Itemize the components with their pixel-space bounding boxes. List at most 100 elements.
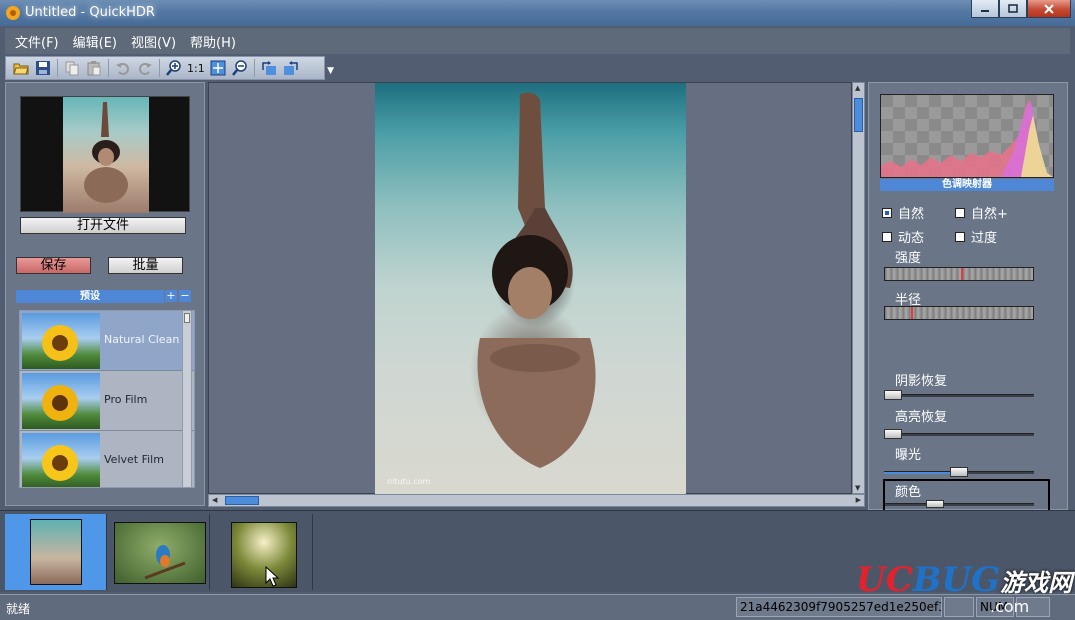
batch-button[interactable]: 批量 xyxy=(108,257,183,274)
shadow-recovery-label: 阴影恢复 xyxy=(895,374,948,389)
left-panel: 打开文件 保存 批量 预设 + − Natural Clean Pro Film xyxy=(5,82,205,506)
option-dynamic[interactable]: 动态 xyxy=(882,227,924,246)
main-photo: nitutu.com xyxy=(375,83,686,495)
option-natural[interactable]: 自然 xyxy=(882,203,924,222)
shadow-recovery-track[interactable] xyxy=(884,394,1034,397)
save-file-button[interactable] xyxy=(32,58,54,78)
copy-icon xyxy=(65,61,79,76)
preset-label: Natural Clean xyxy=(104,333,180,346)
canvas-horizontal-scrollbar[interactable]: ◀ ▶ xyxy=(208,494,865,507)
add-preset-button[interactable]: + xyxy=(165,290,177,302)
maximize-icon xyxy=(1008,3,1018,13)
preset-scrollbar[interactable] xyxy=(182,310,192,488)
zoom-out-icon xyxy=(231,60,247,76)
minimize-button[interactable] xyxy=(971,0,999,18)
maximize-button[interactable] xyxy=(999,0,1027,18)
redo-icon xyxy=(139,63,152,75)
zoom-in-button[interactable] xyxy=(163,58,185,78)
toolbar-separator xyxy=(57,59,58,77)
filmstrip-item-leaves[interactable] xyxy=(211,514,313,590)
filmstrip-item-kingfisher[interactable] xyxy=(108,514,210,590)
highlight-recovery-knob[interactable] xyxy=(884,429,902,439)
horizontal-scroll-thumb[interactable] xyxy=(225,496,259,505)
strength-marker[interactable] xyxy=(961,268,963,280)
preset-thumbnail xyxy=(22,373,100,429)
preset-thumbnail xyxy=(22,433,100,487)
kingfisher-icon xyxy=(144,545,186,580)
preset-thumbnail xyxy=(22,313,100,369)
tone-mapper-header: 色调映射器 xyxy=(880,179,1054,191)
rotate-left-button[interactable] xyxy=(258,58,280,78)
scrollbar-thumb[interactable] xyxy=(184,313,190,323)
filmstrip-thumbnail xyxy=(114,522,206,584)
radius-slider[interactable] xyxy=(884,306,1034,320)
open-folder-icon xyxy=(13,63,29,75)
right-panel: 色调映射器 自然 自然+ 动态 过度 强度 半径 阴影恢复 高亮恢复 曝光 颜色 xyxy=(868,82,1068,510)
rotate-right-button[interactable] xyxy=(280,58,302,78)
title-bar: Untitled - QuickHDR xyxy=(0,0,1075,26)
canvas-vertical-scrollbar[interactable]: ▲ ▼ xyxy=(852,82,865,494)
brand-cn: 游戏网 xyxy=(1000,568,1073,597)
zoom-out-button[interactable] xyxy=(229,58,251,78)
close-button[interactable] xyxy=(1027,0,1071,18)
scroll-up-icon[interactable]: ▲ xyxy=(855,84,860,92)
vertical-scroll-thumb[interactable] xyxy=(854,98,863,132)
checkbox-icon xyxy=(882,231,892,242)
highlight-recovery-label: 高亮恢复 xyxy=(895,410,948,425)
scroll-down-icon[interactable]: ▼ xyxy=(855,484,860,492)
open-file-button[interactable]: 打开文件 xyxy=(20,217,186,234)
strength-label: 强度 xyxy=(895,251,922,266)
preset-velvet-film[interactable]: Velvet Film xyxy=(20,431,194,487)
photo-figure xyxy=(477,92,596,468)
toolbar-overflow-icon[interactable]: ▼ xyxy=(327,66,334,76)
quickhdr-window: Untitled - QuickHDR 文件(F) 编辑(E) 视图(V) 帮助… xyxy=(0,0,1075,620)
histogram-graph xyxy=(881,99,1053,177)
exposure-knob[interactable] xyxy=(950,467,968,477)
option-natural-plus-label: 自然+ xyxy=(971,207,1008,222)
paste-button[interactable] xyxy=(83,58,105,78)
filmstrip-thumbnail xyxy=(30,519,82,585)
preset-pro-film[interactable]: Pro Film xyxy=(20,371,194,431)
undo-button[interactable] xyxy=(112,58,134,78)
strength-slider[interactable] xyxy=(884,267,1034,281)
actual-size-button[interactable]: 1:1 xyxy=(185,62,207,75)
highlight-recovery-track[interactable] xyxy=(884,433,1034,436)
option-dynamic-label: 动态 xyxy=(898,231,925,246)
zoom-in-icon xyxy=(166,60,181,76)
menu-edit[interactable]: 编辑(E) xyxy=(73,32,117,51)
toolbar-separator xyxy=(253,59,255,77)
save-button[interactable]: 保存 xyxy=(16,257,91,274)
photo-watermark: nitutu.com xyxy=(387,477,431,486)
rotate-left-icon xyxy=(261,61,276,75)
menu-file[interactable]: 文件(F) xyxy=(15,32,59,51)
toolbar-separator xyxy=(159,59,160,77)
window-title: Untitled - QuickHDR xyxy=(25,5,155,20)
menu-view[interactable]: 视图(V) xyxy=(131,32,176,51)
preset-label: Pro Film xyxy=(104,393,148,406)
radio-selected-icon xyxy=(882,207,892,218)
toolbar: 1:1 ▼ xyxy=(5,56,334,80)
filmstrip-item-portrait[interactable] xyxy=(5,514,107,590)
option-natural-label: 自然 xyxy=(898,207,925,222)
option-excessive[interactable]: 过度 xyxy=(955,227,997,246)
fit-window-button[interactable] xyxy=(207,58,229,78)
radius-marker[interactable] xyxy=(911,307,913,319)
preset-natural-clean[interactable]: Natural Clean xyxy=(20,311,194,371)
scroll-right-icon[interactable]: ▶ xyxy=(856,496,861,504)
rotate-right-icon xyxy=(283,61,298,75)
presets-header: 预设 xyxy=(16,290,164,303)
checkbox-icon xyxy=(955,231,965,242)
status-bar: 就绪 21a4462309f7905257ed1e250ef3d NUM xyxy=(0,594,1075,620)
shadow-recovery-knob[interactable] xyxy=(884,390,902,400)
redo-button[interactable] xyxy=(134,58,156,78)
option-natural-plus[interactable]: 自然+ xyxy=(955,203,1008,222)
remove-preset-button[interactable]: − xyxy=(179,290,191,302)
open-button[interactable] xyxy=(10,58,32,78)
sunflower-icon xyxy=(42,445,78,481)
status-hash-field: 21a4462309f7905257ed1e250ef3d xyxy=(736,597,942,617)
copy-button[interactable] xyxy=(61,58,83,78)
scroll-left-icon[interactable]: ◀ xyxy=(212,496,217,504)
app-logo-icon xyxy=(6,6,20,20)
menu-help[interactable]: 帮助(H) xyxy=(190,32,236,51)
image-canvas[interactable]: nitutu.com xyxy=(208,82,852,495)
